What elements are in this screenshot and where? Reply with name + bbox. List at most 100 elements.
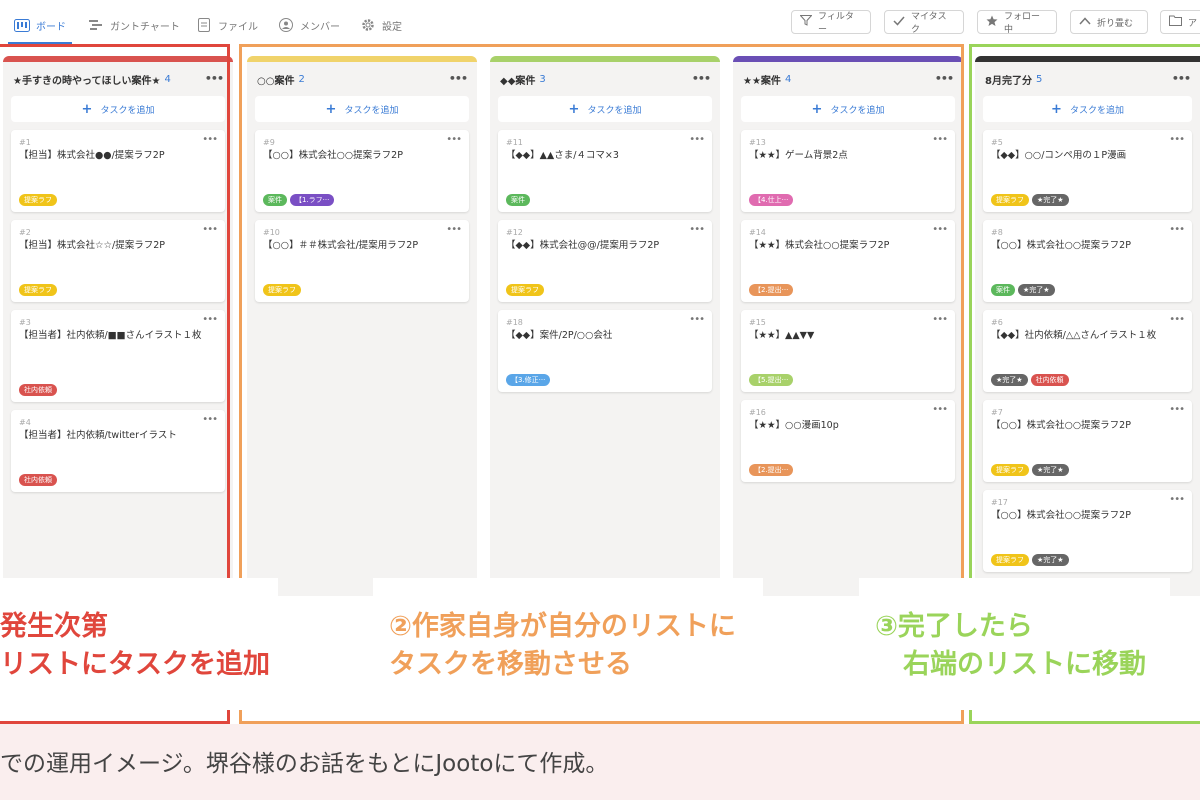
task-card[interactable]: #13 ••• 【★★】ゲーム背景2点 【4.仕上···	[741, 130, 955, 212]
task-card[interactable]: #4 ••• 【担当者】社内依頼/twitterイラスト 社内依頼	[11, 410, 225, 492]
card-menu-icon[interactable]: •••	[689, 134, 705, 145]
task-title: 【◆◆】株式会社@@/提案用ラフ2P	[506, 240, 660, 251]
card-menu-icon[interactable]: •••	[932, 404, 948, 415]
task-card[interactable]: #14 ••• 【★★】株式会社○○提案ラフ2P 【2.提出···	[741, 220, 955, 302]
card-menu-icon[interactable]: •••	[932, 314, 948, 325]
task-card[interactable]: #15 ••• 【★★】▲▲▼▼ 【5.提出···	[741, 310, 955, 392]
gantt-icon	[88, 18, 104, 32]
task-status-tag: ★完了★	[1032, 554, 1069, 566]
add-task-label: タスクを追加	[100, 105, 155, 116]
card-menu-icon[interactable]: •••	[932, 224, 948, 235]
task-card[interactable]: #12 ••• 【◆◆】株式会社@@/提案用ラフ2P 提案ラフ	[498, 220, 712, 302]
plus-icon: +	[811, 101, 823, 117]
column-count: 4	[164, 73, 171, 85]
card-menu-icon[interactable]: •••	[446, 134, 462, 145]
task-card[interactable]: #7 ••• 【○○】株式会社○○提案ラフ2P 提案ラフ ★完了★	[983, 400, 1192, 482]
card-menu-icon[interactable]: •••	[689, 314, 705, 325]
tab-board[interactable]: ボード	[8, 12, 72, 44]
plus-icon: +	[1051, 101, 1062, 117]
task-card[interactable]: #10 ••• 【○○】＃＃株式会社/提案用ラフ2P 提案ラフ	[255, 220, 469, 302]
archive-button[interactable]: ア	[1160, 10, 1200, 34]
tab-label: ガントチャート	[110, 21, 180, 33]
add-task-button[interactable]: + タスクを追加	[741, 96, 955, 122]
task-label-tag: 提案ラフ	[991, 464, 1029, 476]
task-card[interactable]: #6 ••• 【◆◆】社内依頼/△△さんイラスト１枚 ★完了★ 社内依頼	[983, 310, 1192, 392]
card-menu-icon[interactable]: •••	[202, 314, 218, 325]
folder-icon	[1169, 15, 1182, 29]
column-title: 8月完了分	[985, 75, 1032, 87]
column-header: ◆◆案件 3 •••	[490, 62, 720, 96]
task-number: #17	[991, 498, 1008, 507]
task-card[interactable]: #1 ••• 【担当】株式会社●●/提案ラフ2P 提案ラフ	[11, 130, 225, 212]
add-task-button[interactable]: + タスクを追加	[255, 96, 469, 122]
column-menu-icon[interactable]: •••	[205, 72, 224, 85]
card-menu-icon[interactable]: •••	[1169, 224, 1185, 235]
following-button[interactable]: フォロー中	[977, 10, 1057, 35]
task-label-tag: 提案ラフ	[506, 284, 544, 296]
tab-member[interactable]: メンバー	[278, 12, 340, 38]
task-label-tag: 提案ラフ	[19, 194, 57, 206]
column-header: 8月完了分 5 •••	[975, 62, 1200, 96]
column-menu-icon[interactable]: •••	[449, 72, 468, 85]
task-status-tag: 【2.提出···	[749, 464, 794, 476]
task-card[interactable]: #18 ••• 【◆◆】案件/2P/○○会社 【3.修正···	[498, 310, 712, 392]
task-number: #13	[749, 138, 766, 147]
task-number: #14	[749, 228, 766, 237]
callout-line: タスクを移動させる	[389, 649, 632, 680]
column-menu-icon[interactable]: •••	[935, 72, 954, 85]
filter-button[interactable]: フィルター	[791, 10, 871, 35]
card-menu-icon[interactable]: •••	[202, 414, 218, 425]
task-title: 【○○】株式会社○○提案ラフ2P	[991, 420, 1131, 431]
card-menu-icon[interactable]: •••	[202, 134, 218, 145]
task-card[interactable]: #17 ••• 【○○】株式会社○○提案ラフ2P 提案ラフ ★完了★	[983, 490, 1192, 572]
column-count: 2	[298, 73, 305, 85]
card-menu-icon[interactable]: •••	[1169, 404, 1185, 415]
task-status-tag: 【3.修正···	[506, 374, 551, 386]
column-menu-icon[interactable]: •••	[692, 72, 711, 85]
card-menu-icon[interactable]: •••	[1169, 314, 1185, 325]
my-task-label: マイタスク	[911, 12, 947, 35]
collapse-button[interactable]: 折り畳む	[1070, 10, 1148, 34]
add-task-button[interactable]: + タスクを追加	[983, 96, 1192, 122]
task-title: 【○○】＃＃株式会社/提案用ラフ2P	[263, 240, 419, 251]
task-title: 【担当】株式会社☆☆/提案ラフ2P	[19, 240, 166, 251]
tab-gantt-chart[interactable]: ガントチャート	[88, 12, 180, 38]
add-task-button[interactable]: + タスクを追加	[11, 96, 225, 122]
task-card[interactable]: #11 ••• 【◆◆】▲▲さま/４コマ×3 案件	[498, 130, 712, 212]
task-card[interactable]: #8 ••• 【○○】株式会社○○提案ラフ2P 案件 ★完了★	[983, 220, 1192, 302]
card-menu-icon[interactable]: •••	[1169, 494, 1185, 505]
my-task-button[interactable]: マイタスク	[884, 10, 964, 35]
tab-file[interactable]: ファイル	[196, 12, 258, 38]
task-title: 【★★】○○漫画10p	[749, 420, 839, 431]
task-label-tag: 提案ラフ	[263, 284, 301, 296]
task-card[interactable]: #9 ••• 【○○】株式会社○○提案ラフ2P 案件 【1.ラフ···	[255, 130, 469, 212]
tab-settings[interactable]: 設定	[360, 12, 402, 38]
archive-label: ア	[1188, 18, 1198, 29]
task-status-tag: ★完了★	[991, 374, 1028, 386]
task-title: 【○○】株式会社○○提案ラフ2P	[991, 240, 1131, 251]
column-menu-icon[interactable]: •••	[1172, 72, 1191, 85]
plus-icon: +	[568, 101, 580, 117]
annotation-callout: 発生次第 リストにタスクを追加	[0, 578, 278, 710]
card-menu-icon[interactable]: •••	[202, 224, 218, 235]
task-status-tag: 【1.ラフ···	[290, 194, 335, 206]
card-menu-icon[interactable]: •••	[689, 224, 705, 235]
task-card[interactable]: #5 ••• 【◆◆】○○/コンペ用の１P漫画 提案ラフ ★完了★	[983, 130, 1192, 212]
card-menu-icon[interactable]: •••	[1169, 134, 1185, 145]
task-card[interactable]: #16 ••• 【★★】○○漫画10p 【2.提出···	[741, 400, 955, 482]
task-label-tag: 社内依頼	[1030, 374, 1069, 386]
task-number: #12	[506, 228, 523, 237]
task-label-tag: 提案ラフ	[991, 194, 1029, 206]
add-task-button[interactable]: + タスクを追加	[498, 96, 712, 122]
annotation-callout: ②作家自身が自分のリストに タスクを移動させる	[373, 578, 763, 710]
filter-label: フィルター	[818, 12, 854, 35]
task-card[interactable]: #3 ••• 【担当者】社内依頼/■■さんイラスト１枚 社内依頼	[11, 310, 225, 402]
card-menu-icon[interactable]: •••	[932, 134, 948, 145]
caption-bar: での運用イメージ。堺谷様のお話をもとにJootoにて作成。	[0, 724, 1200, 800]
task-number: #4	[19, 418, 31, 427]
callout-line: ③完了したら	[875, 611, 1033, 642]
task-number: #8	[991, 228, 1003, 237]
card-menu-icon[interactable]: •••	[446, 224, 462, 235]
active-tab-indicator	[8, 42, 72, 44]
task-card[interactable]: #2 ••• 【担当】株式会社☆☆/提案ラフ2P 提案ラフ	[11, 220, 225, 302]
